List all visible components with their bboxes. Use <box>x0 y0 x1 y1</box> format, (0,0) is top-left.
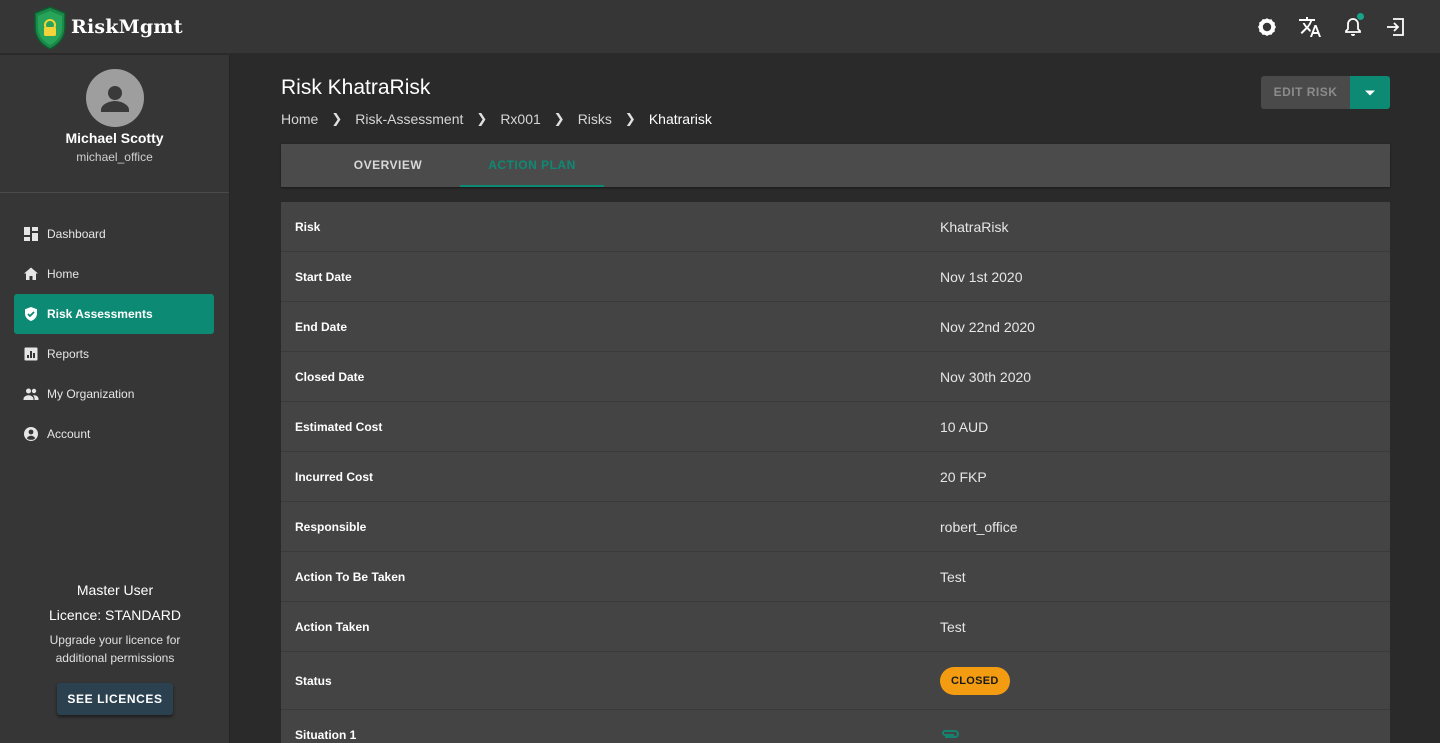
detail-value: KhatraRisk <box>940 218 1009 235</box>
people-icon <box>23 386 39 402</box>
detail-row-action-to-be-taken: Action To Be Taken Test <box>281 552 1390 602</box>
breadcrumb-home[interactable]: Home <box>281 111 318 127</box>
detail-row-responsible: Responsible robert_office <box>281 502 1390 552</box>
detail-row-closed-date: Closed Date Nov 30th 2020 <box>281 352 1390 402</box>
chevron-right-icon: ❯ <box>476 111 488 126</box>
tab-action-plan[interactable]: ACTION PLAN <box>460 144 604 187</box>
shield-check-icon <box>23 306 39 322</box>
detail-label: Estimated Cost <box>295 419 383 434</box>
sidebar-item-label: Reports <box>47 347 90 361</box>
detail-value: CLOSED <box>940 666 1010 695</box>
detail-row-action-taken: Action Taken Test <box>281 602 1390 652</box>
detail-row-start-date: Start Date Nov 1st 2020 <box>281 252 1390 302</box>
detail-label: Action To Be Taken <box>295 569 406 584</box>
detail-row-situation-1: Situation 1 <box>281 710 1390 743</box>
notification-icon[interactable] <box>1341 12 1365 39</box>
detail-value: robert_office <box>940 518 1018 535</box>
sidebar-item-label: My Organization <box>47 387 135 401</box>
breadcrumb-rx001[interactable]: Rx001 <box>500 111 540 127</box>
see-licences-button[interactable]: SEE LICENCES <box>57 683 173 715</box>
sidebar-nav: Dashboard Home Risk Assessments Reports … <box>0 214 229 454</box>
detail-value: Nov 22nd 2020 <box>940 318 1035 335</box>
detail-label: Start Date <box>295 269 352 284</box>
detail-value: Nov 30th 2020 <box>940 368 1032 385</box>
dashboard-icon <box>23 226 39 242</box>
sidebar-item-reports[interactable]: Reports <box>14 334 214 374</box>
detail-value: 20 FKP <box>940 468 987 485</box>
page-title: Risk KhatraRisk <box>281 76 431 99</box>
edit-risk-button[interactable]: EDIT RISK <box>1261 76 1350 109</box>
detail-label: End Date <box>295 319 348 334</box>
detail-row-end-date: End Date Nov 22nd 2020 <box>281 302 1390 352</box>
logout-icon[interactable] <box>1384 15 1408 39</box>
sidebar-item-my-organization[interactable]: My Organization <box>14 374 214 414</box>
app-name: RiskMgmt <box>71 15 183 38</box>
detail-value: Test <box>940 568 966 585</box>
detail-label: Status <box>295 673 332 688</box>
main-content: Risk KhatraRisk Home ❯ Risk-Assessment ❯… <box>281 55 1390 743</box>
detail-label: Risk <box>295 219 321 234</box>
detail-row-risk: Risk KhatraRisk <box>281 202 1390 252</box>
sidebar-item-account[interactable]: Account <box>14 414 214 454</box>
caret-down-icon <box>1365 90 1375 95</box>
chevron-right-icon: ❯ <box>553 111 565 126</box>
breadcrumb: Home ❯ Risk-Assessment ❯ Rx001 ❯ Risks ❯… <box>281 111 712 127</box>
licence-note-line-2: additional permissions <box>55 651 175 665</box>
licence-panel: Master User Licence: STANDARD Upgrade yo… <box>0 582 230 715</box>
status-badge: CLOSED <box>940 666 1010 695</box>
detail-row-status: Status CLOSED <box>281 652 1390 710</box>
account-icon <box>23 426 39 442</box>
tab-bar: OVERVIEW ACTION PLAN <box>281 144 1390 187</box>
licence-note-line-1: Upgrade your licence for <box>49 633 181 647</box>
notification-dot <box>1357 12 1364 20</box>
action-plan-details: Risk KhatraRisk Start Date Nov 1st 2020 … <box>281 202 1390 743</box>
detail-value <box>940 727 960 743</box>
sidebar-item-label: Account <box>47 427 91 441</box>
edit-risk-button-group: EDIT RISK <box>1261 76 1390 109</box>
chevron-right-icon: ❯ <box>331 111 343 126</box>
sidebar-item-home[interactable]: Home <box>14 254 214 294</box>
sidebar: Michael Scotty michael_office Dashboard … <box>0 55 230 743</box>
user-handle: michael_office <box>76 150 153 164</box>
user-name: Michael Scotty <box>65 130 164 146</box>
home-icon <box>23 266 39 282</box>
breadcrumb-current: Khatrarisk <box>648 111 712 127</box>
detail-label: Action Taken <box>295 619 370 634</box>
detail-label: Responsible <box>295 519 367 534</box>
breadcrumb-risks[interactable]: Risks <box>578 111 612 127</box>
detail-label: Closed Date <box>295 369 365 384</box>
top-app-bar: RiskMgmt <box>0 0 1440 54</box>
brand[interactable]: RiskMgmt <box>32 3 183 51</box>
licence-type: Licence: STANDARD <box>48 607 181 623</box>
sidebar-item-label: Risk Assessments <box>47 307 153 321</box>
sidebar-item-dashboard[interactable]: Dashboard <box>14 214 214 254</box>
edit-risk-dropdown-button[interactable] <box>1350 76 1390 109</box>
breadcrumb-risk-assessment[interactable]: Risk-Assessment <box>355 111 463 127</box>
chevron-right-icon: ❯ <box>624 111 636 126</box>
logo-shield-icon <box>34 5 66 50</box>
avatar[interactable] <box>85 69 144 127</box>
detail-value: 10 AUD <box>940 418 989 435</box>
reports-icon <box>23 346 39 362</box>
sidebar-item-label: Dashboard <box>47 227 106 241</box>
licence-role: Master User <box>76 582 154 598</box>
translate-icon[interactable] <box>1298 15 1322 39</box>
person-icon <box>100 86 129 112</box>
licence-note: Upgrade your licence for additional perm… <box>0 631 230 667</box>
sidebar-item-risk-assessments[interactable]: Risk Assessments <box>14 294 214 334</box>
detail-value: Test <box>940 618 966 635</box>
sidebar-item-label: Home <box>47 267 80 281</box>
detail-label: Incurred Cost <box>295 469 374 484</box>
detail-row-incurred-cost: Incurred Cost 20 FKP <box>281 452 1390 502</box>
attachment-icon[interactable] <box>940 728 960 740</box>
detail-value: Nov 1st 2020 <box>940 268 1023 285</box>
user-profile: Michael Scotty michael_office <box>0 69 229 193</box>
detail-row-estimated-cost: Estimated Cost 10 AUD <box>281 402 1390 452</box>
settings-icon[interactable] <box>1255 15 1279 39</box>
detail-label: Situation 1 <box>295 727 357 742</box>
tab-overview[interactable]: OVERVIEW <box>316 144 460 187</box>
